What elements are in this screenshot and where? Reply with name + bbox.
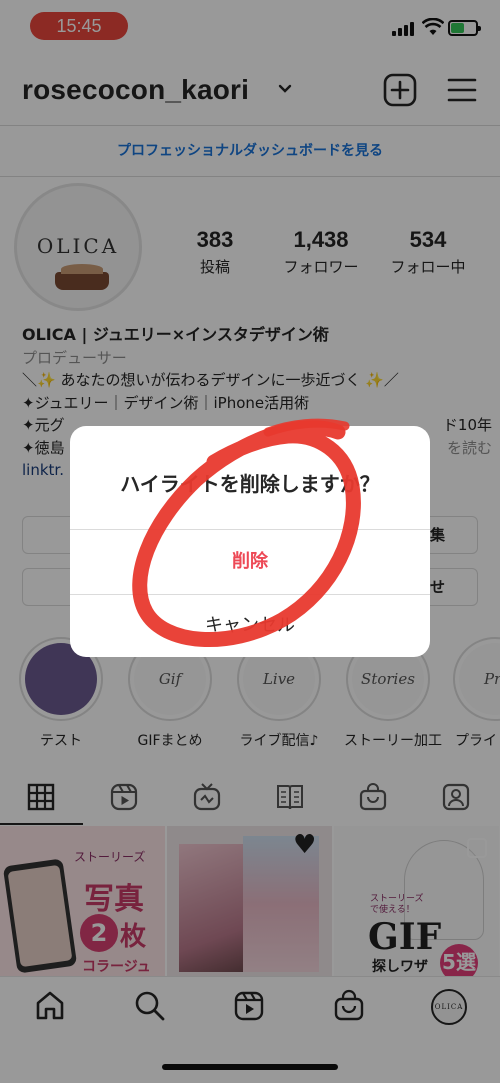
delete-button[interactable]: 削除 (70, 530, 430, 594)
dialog-title: ハイライトを削除しますか？ (120, 472, 380, 496)
cancel-button[interactable]: キャンセル (70, 595, 430, 657)
delete-highlight-dialog: ハイライトを削除しますか？ 削除 キャンセル (70, 426, 430, 657)
